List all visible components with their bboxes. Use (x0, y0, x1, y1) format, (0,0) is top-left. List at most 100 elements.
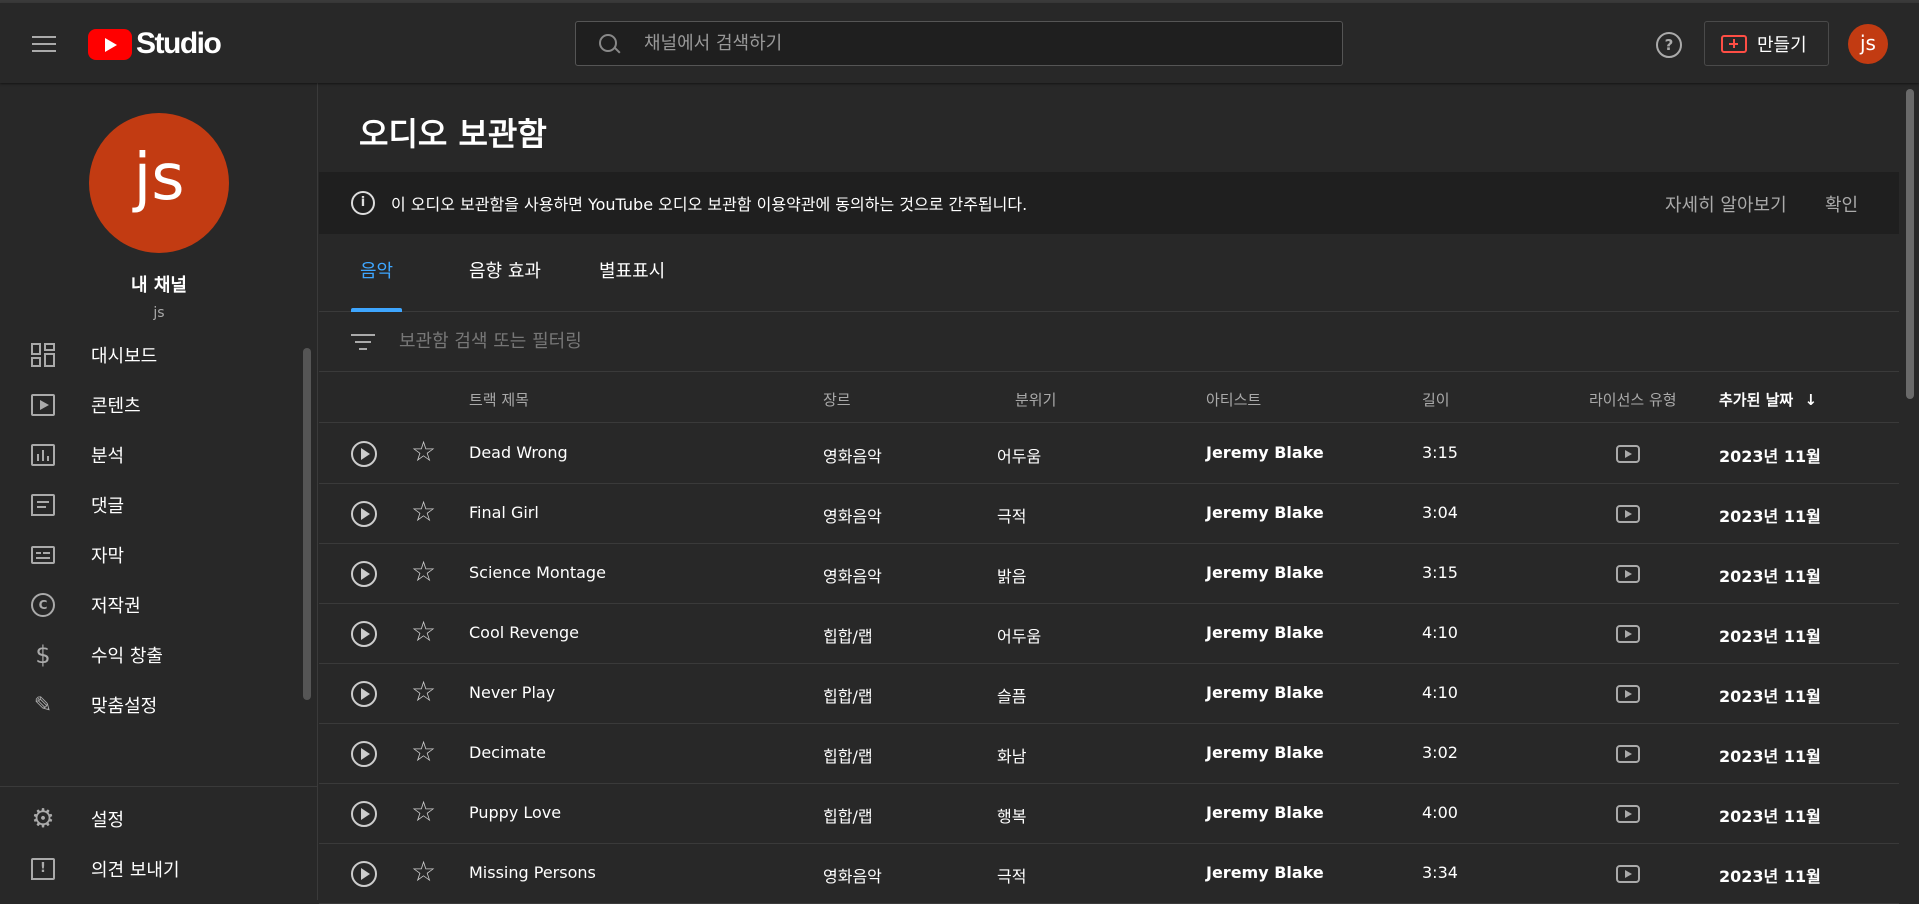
table-row: ☆ Never Play 힙합/랩 슬픔 Jeremy Blake 4:10 2… (319, 664, 1899, 724)
column-header-artist[interactable]: 아티스트 (1206, 389, 1261, 410)
track-length: 4:10 (1422, 623, 1458, 642)
content-icon (29, 391, 57, 419)
sidebar-item-monetization[interactable]: $ 수익 창출 (0, 630, 300, 680)
track-mood: 슬픔 (997, 687, 1027, 706)
play-icon[interactable] (351, 561, 377, 587)
track-added-date: 2023년 11월 (1719, 507, 1821, 526)
help-icon[interactable]: ? (1656, 32, 1682, 58)
track-added-date: 2023년 11월 (1719, 747, 1821, 766)
sidebar-bottom-section: ⚙ 설정 ! 의견 보내기 (0, 787, 317, 900)
search-icon (596, 31, 622, 57)
sidebar-item-copyright[interactable]: C 저작권 (0, 580, 300, 630)
sidebar-scrollbar[interactable] (303, 348, 311, 700)
sidebar-item-feedback[interactable]: ! 의견 보내기 (0, 844, 300, 894)
track-title: Final Girl (469, 503, 539, 522)
track-artist: Jeremy Blake (1206, 443, 1324, 462)
dollar-icon: $ (35, 641, 51, 669)
star-icon[interactable]: ☆ (411, 736, 436, 768)
play-icon[interactable] (351, 441, 377, 467)
column-header-mood[interactable]: 분위기 (1015, 389, 1056, 410)
track-mood: 밝음 (997, 567, 1027, 586)
confirm-button[interactable]: 확인 (1825, 191, 1858, 217)
play-icon[interactable] (351, 501, 377, 527)
create-button[interactable]: 만들기 (1704, 21, 1829, 66)
sidebar-item-label: 저작권 (91, 596, 141, 617)
sidebar-item-dashboard[interactable]: 대시보드 (0, 330, 300, 380)
sidebar-item-comments[interactable]: 댓글 (0, 480, 300, 530)
tab-music[interactable]: 음악 (351, 250, 403, 312)
track-title: Missing Persons (469, 863, 596, 882)
track-artist: Jeremy Blake (1206, 683, 1324, 702)
gear-icon: ⚙ (31, 804, 55, 834)
track-genre: 힙합/랩 (823, 807, 873, 826)
column-header-license[interactable]: 라이선스 유형 (1589, 389, 1677, 410)
star-icon[interactable]: ☆ (411, 856, 436, 888)
menu-icon[interactable] (28, 31, 60, 55)
track-title: Decimate (469, 743, 546, 762)
search-input[interactable] (642, 32, 1302, 55)
track-added-date: 2023년 11월 (1719, 447, 1821, 466)
track-title: Dead Wrong (469, 443, 568, 462)
sort-arrow-icon: ↓ (1804, 391, 1818, 409)
star-icon[interactable]: ☆ (411, 496, 436, 528)
sidebar-item-content[interactable]: 콘텐츠 (0, 380, 300, 430)
star-icon[interactable]: ☆ (411, 796, 436, 828)
table-header: 트랙 제목 장르 분위기 아티스트 길이 라이선스 유형 추가된 날짜 ↓ (319, 373, 1899, 423)
track-artist: Jeremy Blake (1206, 503, 1324, 522)
play-icon[interactable] (351, 621, 377, 647)
youtube-license-icon (1616, 445, 1640, 463)
filter-input[interactable] (397, 330, 997, 353)
account-avatar[interactable]: js (1848, 24, 1888, 64)
page-title: 오디오 보관함 (359, 115, 547, 153)
tab-sound-effects[interactable]: 음향 효과 (469, 250, 541, 312)
sidebar-item-label: 콘텐츠 (91, 396, 141, 417)
sidebar-item-settings[interactable]: ⚙ 설정 (0, 794, 300, 844)
main-scrollbar[interactable] (1906, 89, 1914, 399)
star-icon[interactable]: ☆ (411, 676, 436, 708)
sidebar-item-subtitles[interactable]: 자막 (0, 530, 300, 580)
play-icon[interactable] (351, 801, 377, 827)
column-header-added-label: 추가된 날짜 (1719, 391, 1794, 409)
star-icon[interactable]: ☆ (411, 436, 436, 468)
banner-text: 이 오디오 보관함을 사용하면 YouTube 오디오 보관함 이용약관에 동의… (391, 195, 1028, 214)
track-artist: Jeremy Blake (1206, 623, 1324, 642)
column-header-genre[interactable]: 장르 (823, 389, 851, 410)
channel-handle: js (153, 305, 165, 321)
play-icon[interactable] (351, 681, 377, 707)
channel-search[interactable] (575, 21, 1343, 66)
column-header-length[interactable]: 길이 (1422, 389, 1450, 410)
youtube-license-icon (1616, 805, 1640, 823)
learn-more-link[interactable]: 자세히 알아보기 (1665, 191, 1787, 217)
star-icon[interactable]: ☆ (411, 556, 436, 588)
youtube-license-icon (1616, 685, 1640, 703)
track-mood: 어두움 (997, 447, 1042, 466)
column-header-title[interactable]: 트랙 제목 (469, 389, 529, 410)
subtitles-icon (29, 541, 57, 569)
track-mood: 극적 (997, 867, 1027, 886)
sidebar-item-customization[interactable]: ✎ 맞춤설정 (0, 680, 300, 730)
track-genre: 힙합/랩 (823, 687, 873, 706)
track-length: 3:02 (1422, 743, 1458, 762)
youtube-studio-logo[interactable]: Studio (88, 27, 222, 61)
sidebar-item-label: 자막 (91, 546, 125, 567)
tab-starred[interactable]: 별표표시 (599, 250, 665, 312)
track-added-date: 2023년 11월 (1719, 627, 1821, 646)
track-length: 3:15 (1422, 443, 1458, 462)
track-artist: Jeremy Blake (1206, 863, 1324, 882)
track-mood: 행복 (997, 807, 1027, 826)
play-icon[interactable] (351, 741, 377, 767)
track-mood: 극적 (997, 507, 1027, 526)
track-added-date: 2023년 11월 (1719, 807, 1821, 826)
filter-icon[interactable] (351, 333, 375, 350)
dashboard-icon (29, 341, 57, 369)
sidebar-item-analytics[interactable]: 분석 (0, 430, 300, 480)
play-icon[interactable] (351, 861, 377, 887)
track-length: 3:15 (1422, 563, 1458, 582)
track-genre: 힙합/랩 (823, 627, 873, 646)
channel-avatar[interactable]: js (89, 113, 229, 253)
track-artist: Jeremy Blake (1206, 743, 1324, 762)
star-icon[interactable]: ☆ (411, 616, 436, 648)
youtube-license-icon (1616, 745, 1640, 763)
track-mood: 화남 (997, 747, 1027, 766)
column-header-added[interactable]: 추가된 날짜 ↓ (1719, 389, 1817, 410)
